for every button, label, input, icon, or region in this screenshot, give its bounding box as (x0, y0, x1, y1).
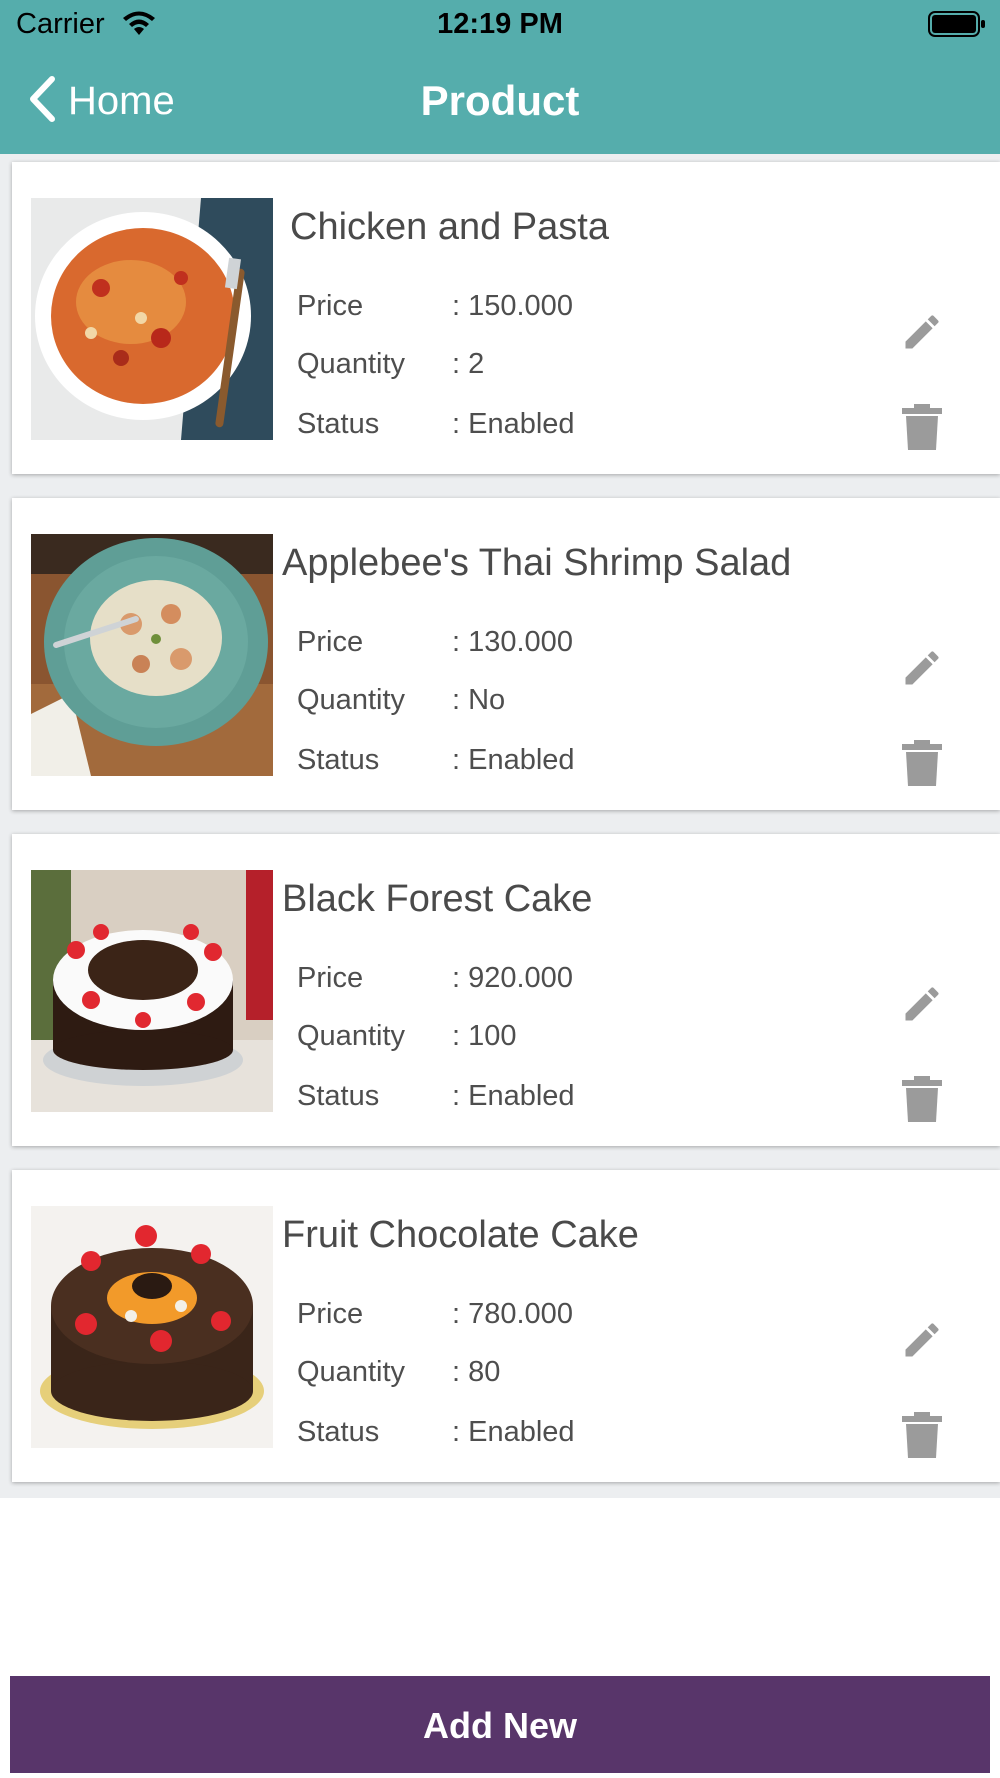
battery-icon (928, 11, 986, 42)
navigation-header: Carrier 12:19 PM Home Product (0, 0, 1000, 154)
pencil-icon (905, 1323, 939, 1357)
trash-icon (902, 404, 942, 450)
delete-button[interactable] (902, 740, 942, 786)
product-list[interactable]: Chicken and Pasta Price : 150.000 Quanti… (0, 154, 1000, 1498)
status-time: 12:19 PM (437, 8, 563, 40)
pencil-icon (905, 651, 939, 685)
status-label: Status (297, 1416, 380, 1448)
status-value: : Enabled (452, 1080, 575, 1112)
quantity-label: Quantity (297, 684, 405, 716)
delete-button[interactable] (902, 404, 942, 450)
status-value: : Enabled (452, 408, 575, 440)
quantity-label: Quantity (297, 348, 405, 380)
price-label: Price (297, 626, 364, 658)
add-new-button[interactable]: Add New (10, 1676, 990, 1773)
edit-button[interactable] (900, 982, 944, 1026)
product-card[interactable]: Chicken and Pasta Price : 150.000 Quanti… (12, 162, 1000, 474)
product-card[interactable]: Fruit Chocolate Cake Price : 780.000 Qua… (12, 1170, 1000, 1482)
price-label: Price (297, 290, 364, 322)
price-value: : 150.000 (452, 290, 573, 322)
status-label: Status (297, 408, 380, 440)
trash-icon (902, 1412, 942, 1458)
status-bar: Carrier 12:19 PM (0, 0, 1000, 50)
delete-button[interactable] (902, 1412, 942, 1458)
edit-button[interactable] (900, 646, 944, 690)
product-image (31, 534, 273, 776)
pencil-icon (905, 315, 939, 349)
product-name: Chicken and Pasta (290, 206, 609, 248)
quantity-value: : No (452, 684, 506, 716)
product-name: Applebee's Thai Shrimp Salad (282, 542, 792, 584)
pencil-icon (905, 987, 939, 1021)
trash-icon (902, 1076, 942, 1122)
product-image (31, 1206, 273, 1448)
quantity-value: : 80 (452, 1356, 501, 1388)
product-card[interactable]: Black Forest Cake Price : 920.000 Quanti… (12, 834, 1000, 1146)
product-card[interactable]: Applebee's Thai Shrimp Salad Price : 130… (12, 498, 1000, 810)
price-label: Price (297, 1298, 364, 1330)
trash-icon (902, 740, 942, 786)
quantity-value: : 100 (452, 1020, 517, 1052)
product-name: Fruit Chocolate Cake (282, 1214, 639, 1256)
price-value: : 780.000 (452, 1298, 573, 1330)
status-label: Status (297, 744, 380, 776)
status-value: : Enabled (452, 744, 575, 776)
edit-button[interactable] (900, 310, 944, 354)
price-value: : 130.000 (452, 626, 573, 658)
status-label: Status (297, 1080, 380, 1112)
product-image (31, 198, 273, 440)
price-value: : 920.000 (452, 962, 573, 994)
page-title: Product (420, 77, 580, 124)
quantity-label: Quantity (297, 1020, 405, 1052)
quantity-value: : 2 (452, 348, 485, 380)
status-value: : Enabled (452, 1416, 575, 1448)
delete-button[interactable] (902, 1076, 942, 1122)
quantity-label: Quantity (297, 1356, 405, 1388)
price-label: Price (297, 962, 364, 994)
product-name: Black Forest Cake (282, 878, 593, 920)
edit-button[interactable] (900, 1318, 944, 1362)
product-image (31, 870, 273, 1112)
